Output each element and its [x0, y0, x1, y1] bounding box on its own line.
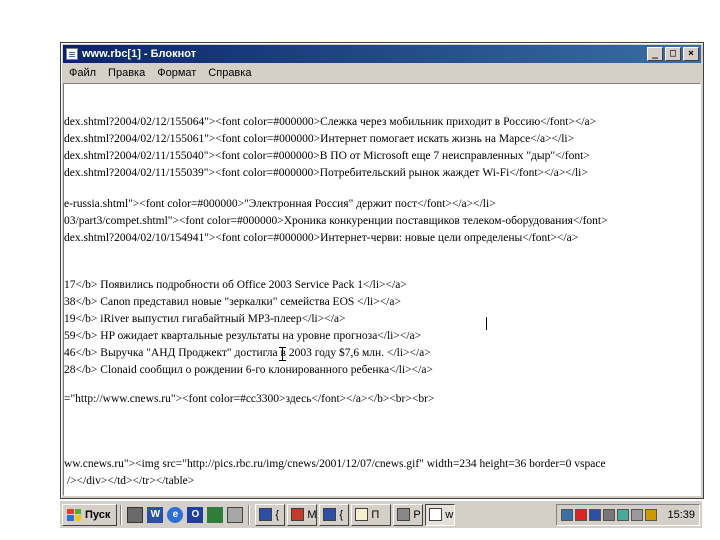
text-line: dex.shtml?2004/02/11/155039"><font color… — [64, 167, 588, 179]
text-line: 17</b> Появились подробности об Office 2… — [64, 279, 407, 291]
word-document-icon — [323, 508, 337, 521]
taskbar-separator — [248, 504, 251, 525]
text-line: dex.shtml?2004/02/12/155061"><font color… — [64, 133, 575, 145]
text-line: dex.shtml?2004/02/12/155064"><font color… — [64, 116, 597, 128]
text-line: ="http://www.cnews.ru"><font color=#cc33… — [64, 393, 435, 405]
outlook-icon[interactable]: O — [187, 506, 204, 523]
word-icon[interactable]: W — [147, 506, 164, 523]
task-label: { — [339, 508, 344, 521]
network-icon[interactable] — [561, 508, 574, 521]
desktop-icon[interactable] — [127, 506, 144, 523]
task-label: P — [413, 508, 421, 521]
monitor-icon[interactable] — [617, 508, 630, 521]
notepad-window: www.rbc[1] - Блокнот _ □ × Файл Правка Ф… — [60, 42, 704, 499]
ibeam-cursor-icon — [279, 347, 286, 361]
printer-icon[interactable] — [603, 508, 616, 521]
language-icon[interactable] — [589, 508, 602, 521]
text-line: 03/part3/compet.shtml"><font color=#0000… — [64, 215, 608, 227]
task-label: M — [307, 508, 317, 521]
menu-help[interactable]: Справка — [202, 67, 257, 79]
windows-logo-icon — [67, 508, 81, 521]
task-button-active[interactable]: w — [425, 503, 456, 526]
paint-icon — [397, 508, 411, 521]
window-title: www.rbc[1] - Блокнот — [82, 48, 197, 60]
text-line: 59</b> HP ожидает квартальные результаты… — [64, 330, 422, 342]
text-line: e-russia.shtml"><font color=#000000>"Эле… — [64, 198, 496, 210]
maximize-button[interactable]: □ — [665, 47, 681, 61]
minimize-button[interactable]: _ — [647, 47, 663, 61]
notepad-icon — [429, 508, 443, 521]
taskbar-separator — [120, 504, 123, 525]
text-line: ww.cnews.ru"><img src="http://pics.rbc.r… — [64, 458, 606, 470]
clock[interactable]: 15:39 — [667, 509, 695, 521]
clock-app-icon[interactable] — [207, 506, 224, 523]
title-bar[interactable]: www.rbc[1] - Блокнот _ □ × — [63, 45, 701, 63]
menu-format[interactable]: Формат — [151, 67, 202, 79]
text-line: 46</b> Выручка "АНД Проджект" достигла в… — [64, 347, 431, 359]
text-area[interactable]: dex.shtml?2004/02/12/155064"><font color… — [64, 84, 700, 495]
text-line: 19</b> iRiver выпустил гигабайтный MP3-п… — [64, 313, 346, 325]
menu-file[interactable]: Файл — [63, 67, 102, 79]
task-button[interactable]: { — [319, 503, 350, 526]
menu-edit[interactable]: Правка — [102, 67, 151, 79]
internet-explorer-icon[interactable]: e — [167, 506, 184, 523]
antivirus-icon[interactable] — [575, 508, 588, 521]
explorer-folder-icon — [355, 508, 369, 521]
word-document-icon — [259, 508, 273, 521]
task-button[interactable]: П — [351, 503, 392, 526]
task-label: w — [445, 508, 454, 521]
text-line: 38</b> Canon представил новые "зеркалки"… — [64, 296, 401, 308]
update-icon[interactable] — [645, 508, 658, 521]
taskbar: Пуск W e O { M { П P w 15:39 — [60, 500, 702, 528]
task-button[interactable]: P — [393, 503, 424, 526]
text-editor[interactable]: dex.shtml?2004/02/12/155064"><font color… — [63, 83, 701, 496]
notepad-icon[interactable] — [66, 48, 78, 60]
close-button[interactable]: × — [683, 47, 699, 61]
task-button[interactable]: { — [255, 503, 286, 526]
task-label: { — [275, 508, 280, 521]
text-line: dex.shtml?2004/02/10/154941"><font color… — [64, 232, 579, 244]
system-tray: 15:39 — [556, 503, 700, 526]
powerpoint-icon — [291, 508, 305, 521]
task-button[interactable]: M — [287, 503, 318, 526]
shortcut-icon[interactable] — [227, 506, 244, 523]
text-line: dex.shtml?2004/02/11/155040"><font color… — [64, 150, 590, 162]
text-line: /></div></td></tr></table> — [64, 475, 195, 487]
menu-bar: Файл Правка Формат Справка — [63, 64, 701, 82]
start-label: Пуск — [85, 508, 111, 521]
start-button[interactable]: Пуск — [62, 503, 118, 526]
volume-icon[interactable] — [631, 508, 644, 521]
task-label: П — [371, 508, 380, 521]
text-caret — [486, 317, 487, 330]
text-line: 28</b> Clonaid сообщил о рождении 6-го к… — [64, 364, 433, 376]
